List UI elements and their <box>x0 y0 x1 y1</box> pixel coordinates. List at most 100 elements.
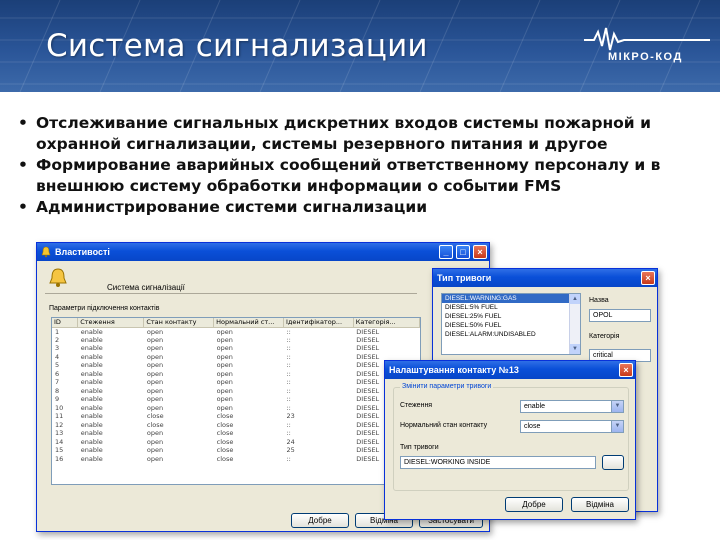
column-header[interactable]: Нормальний ст... <box>213 318 284 328</box>
table-row[interactable]: 1 enable open open:: DIESEL <box>52 327 420 336</box>
table-cell: enable <box>80 352 103 361</box>
table-cell: enable <box>80 395 103 404</box>
group-title: Змінити параметри тривоги <box>400 383 494 390</box>
table-cell: open <box>146 403 164 412</box>
contacts-table[interactable]: ID Стеження Стан контакту Нормальний ст.… <box>51 317 421 485</box>
table-cell: close <box>146 420 164 429</box>
close-button[interactable]: × <box>473 245 487 259</box>
normal-state-select[interactable]: close ▼ <box>520 420 624 433</box>
table-row[interactable]: 5 enable open open:: DIESEL <box>52 361 420 370</box>
table-row[interactable]: 14 enable open close 24 DIESEL <box>52 438 420 447</box>
contact-settings-titlebar[interactable]: Налаштування контакту №13 × <box>385 361 635 379</box>
table-row[interactable]: 13 enable open close:: DIESEL <box>52 429 420 438</box>
tracking-select[interactable]: enable ▼ <box>520 400 624 413</box>
list-item[interactable]: DIESEL:ALARM:UNDISABLED <box>442 330 580 339</box>
table-cell: :: <box>286 403 291 412</box>
maximize-button[interactable]: □ <box>456 245 470 259</box>
table-cell: DIESEL <box>356 327 380 336</box>
table-cell: open <box>146 335 164 344</box>
contact-settings-window-title: Налаштування контакту №13 <box>389 365 519 375</box>
table-cell: open <box>216 386 233 395</box>
table-row[interactable]: 9 enable open open:: DIESEL <box>52 395 420 404</box>
list-item[interactable]: DIESEL:50% FUEL <box>442 321 580 330</box>
table-row[interactable]: 16 enable open close:: DIESEL <box>52 455 420 464</box>
slide-title: Система сигнализации <box>46 28 428 64</box>
table-cell: :: <box>286 327 291 336</box>
table-cell: 9 <box>55 395 60 404</box>
table-cell: open <box>146 361 164 370</box>
alarm-type-input[interactable]: DIESEL:WORKING INSIDE <box>400 456 596 469</box>
column-header[interactable]: Стан контакту <box>143 318 215 328</box>
category-label: Категорія <box>589 333 620 340</box>
table-cell: 5 <box>55 361 60 370</box>
properties-titlebar[interactable]: Властивості _ □ × <box>37 243 489 261</box>
scroll-down-icon[interactable]: ▼ <box>570 344 580 354</box>
alarm-type-titlebar[interactable]: Тип тривоги × <box>433 269 657 287</box>
table-cell: close <box>216 429 234 438</box>
list-item[interactable]: DIESEL:25% FUEL <box>442 312 580 321</box>
company-logo: МІКРО-КОД <box>582 24 714 70</box>
table-cell: 24 <box>286 437 295 446</box>
table-cell: enable <box>80 437 103 446</box>
list-item[interactable]: DIESEL:WARNING:GAS <box>442 294 580 303</box>
table-cell: open <box>146 369 164 378</box>
table-cell: enable <box>80 420 103 429</box>
name-label: Назва <box>589 297 609 304</box>
table-row[interactable]: 2 enable open open:: DIESEL <box>52 336 420 345</box>
list-item[interactable]: DIESEL:5% FUEL <box>442 303 580 312</box>
table-cell: enable <box>80 369 103 378</box>
browse-button[interactable] <box>602 455 624 470</box>
normal-state-select-value: close <box>524 423 541 430</box>
table-row[interactable]: 12 enable close close:: DIESEL <box>52 421 420 430</box>
alarm-type-window-title: Тип тривоги <box>437 273 492 283</box>
table-cell: :: <box>286 378 291 387</box>
close-button[interactable]: × <box>641 271 655 285</box>
minimize-button[interactable]: _ <box>439 245 453 259</box>
cancel-button[interactable]: Відміна <box>571 497 629 512</box>
table-cell: 14 <box>55 437 64 446</box>
table-cell: 7 <box>55 378 60 387</box>
table-cell: open <box>216 344 233 353</box>
table-cell: :: <box>286 344 291 353</box>
table-row[interactable]: 15 enable open close 25 DIESEL <box>52 446 420 455</box>
table-cell: 10 <box>55 403 64 412</box>
table-cell: 16 <box>55 454 64 463</box>
table-cell: :: <box>286 420 291 429</box>
chevron-down-icon[interactable]: ▼ <box>611 421 623 432</box>
table-cell: close <box>146 412 164 421</box>
table-cell: :: <box>286 395 291 404</box>
column-header[interactable]: ID <box>52 318 79 328</box>
table-cell: 13 <box>55 429 64 438</box>
table-cell: open <box>216 327 233 336</box>
close-button[interactable]: × <box>619 363 633 377</box>
column-header[interactable]: Ідентифікатор... <box>283 318 354 328</box>
table-cell: :: <box>286 361 291 370</box>
table-cell: 3 <box>55 344 60 353</box>
table-row[interactable]: 11 enable close close 23 DIESEL <box>52 412 420 421</box>
scroll-up-icon[interactable]: ▲ <box>570 294 580 304</box>
alarm-type-list[interactable]: DIESEL:WARNING:GAS DIESEL:5% FUEL DIESEL:2… <box>441 293 581 355</box>
column-header[interactable]: Стеження <box>77 318 145 328</box>
table-cell: 4 <box>55 352 60 361</box>
ok-button[interactable]: Добре <box>505 497 563 512</box>
table-row[interactable]: 4 enable open open:: DIESEL <box>52 353 420 362</box>
ok-button[interactable]: Добре <box>291 513 349 528</box>
table-cell: close <box>216 420 234 429</box>
chevron-down-icon[interactable]: ▼ <box>611 401 623 412</box>
table-row[interactable]: 6 enable open open:: DIESEL <box>52 370 420 379</box>
table-cell: 1 <box>55 327 60 336</box>
table-row[interactable]: 3 enable open open:: DIESEL <box>52 344 420 353</box>
table-cell: :: <box>286 352 291 361</box>
connection-params-label: Параметри підключення контактів <box>49 305 160 312</box>
table-row[interactable]: 7 enable open open:: DIESEL <box>52 378 420 387</box>
table-cell: :: <box>286 429 291 438</box>
table-row[interactable]: 8 enable open open:: DIESEL <box>52 387 420 396</box>
contact-settings-window: Налаштування контакту №13 × Змінити пара… <box>384 360 636 520</box>
bullet-line: Формирование аварийных сообщений ответст… <box>36 156 661 174</box>
name-input[interactable]: OPOL <box>589 309 651 322</box>
bullet-item: • Отслеживание сигнальных дискретних вхо… <box>16 113 710 155</box>
column-header[interactable]: Категорія... <box>353 318 420 328</box>
table-row[interactable]: 10 enable open open:: DIESEL <box>52 404 420 413</box>
list-scrollbar[interactable]: ▲ ▼ <box>569 294 580 354</box>
bullet-dot-icon: • <box>18 198 28 216</box>
